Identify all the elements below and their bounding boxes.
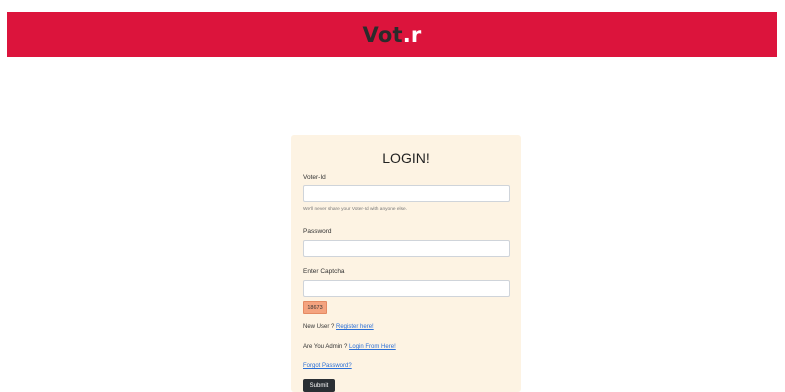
voter-id-label: Voter-Id: [303, 174, 326, 181]
login-card: LOGIN! Voter-Id We'll never share your V…: [291, 135, 521, 392]
login-title: LOGIN!: [382, 150, 430, 166]
brand-name: Vot: [362, 22, 403, 47]
password-input[interactable]: [303, 240, 510, 257]
top-header-bar: Vot.r: [7, 12, 777, 57]
admin-login-link[interactable]: Login From Here!: [349, 344, 396, 350]
voter-id-help-text: We'll never share your Voter-Id with any…: [303, 207, 408, 212]
admin-line: Are You Admin ? Login From Here!: [303, 344, 396, 350]
voter-id-input[interactable]: [303, 185, 510, 202]
new-user-text: New User ?: [303, 324, 335, 330]
forgot-password-link[interactable]: Forgot Password?: [303, 363, 352, 369]
submit-button[interactable]: Submit: [303, 379, 335, 392]
brand-accent: .r: [402, 22, 422, 47]
admin-text: Are You Admin ?: [303, 344, 348, 350]
forgot-line: Forgot Password?: [303, 363, 352, 369]
captcha-label: Enter Captcha: [303, 268, 345, 275]
password-label: Password: [303, 228, 332, 235]
new-user-line: New User ? Register here!: [303, 324, 374, 330]
register-link[interactable]: Register here!: [336, 324, 374, 330]
captcha-input[interactable]: [303, 280, 510, 297]
captcha-code: 18673: [303, 301, 327, 314]
brand-logo: Vot.r: [363, 23, 422, 47]
